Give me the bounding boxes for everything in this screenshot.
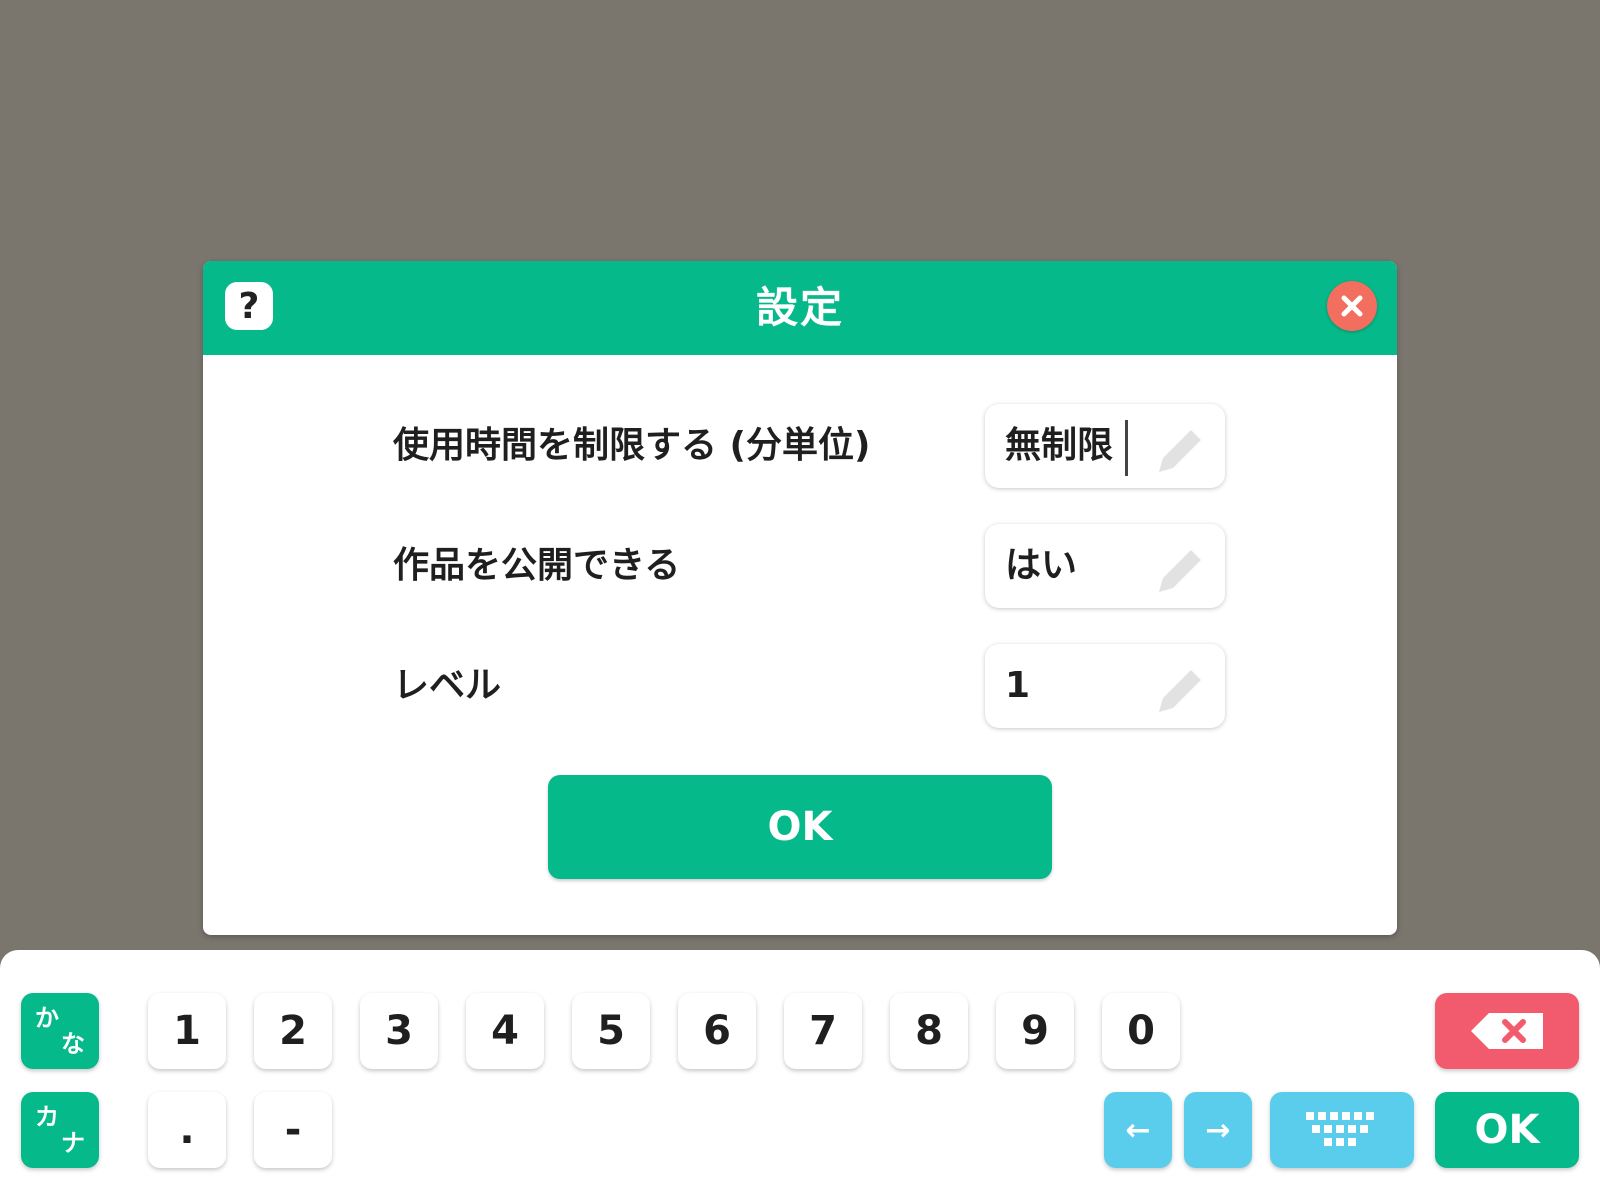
question-icon: ? bbox=[238, 285, 260, 327]
key-5[interactable]: 5 bbox=[572, 993, 650, 1069]
hiragana-key-label-2: な bbox=[61, 1030, 85, 1058]
time-limit-field[interactable]: 無制限 bbox=[985, 404, 1225, 488]
key-6[interactable]: 6 bbox=[678, 993, 756, 1069]
time-limit-label: 使用時間を制限する (分単位) bbox=[393, 425, 871, 466]
publish-works-field[interactable]: はい bbox=[985, 524, 1225, 608]
level-field[interactable]: 1 bbox=[985, 644, 1225, 728]
hiragana-mode-key[interactable]: か な bbox=[21, 993, 99, 1069]
key-2[interactable]: 2 bbox=[254, 993, 332, 1069]
backspace-key[interactable] bbox=[1435, 993, 1579, 1069]
key-1[interactable]: 1 bbox=[148, 993, 226, 1069]
level-label: レベル bbox=[393, 665, 502, 706]
dialog-header: 設定 ? bbox=[203, 261, 1397, 355]
hiragana-key-label-1: か bbox=[35, 1004, 59, 1032]
settings-dialog: 設定 ? 使用時間を制限する (分単位) 無制限 作品を公開できる はい レベル… bbox=[203, 261, 1397, 935]
key-4[interactable]: 4 bbox=[466, 993, 544, 1069]
pencil-icon bbox=[1159, 550, 1201, 592]
close-button[interactable] bbox=[1327, 281, 1377, 331]
level-value: 1 bbox=[1005, 665, 1031, 706]
key-0[interactable]: 0 bbox=[1102, 993, 1180, 1069]
onscreen-keyboard: か な カ ナ 1 2 3 4 5 6 7 8 9 0 . - ← → OK bbox=[0, 950, 1600, 1200]
key-hyphen[interactable]: - bbox=[254, 1092, 332, 1168]
keyboard-icon bbox=[1306, 1112, 1374, 1146]
key-9[interactable]: 9 bbox=[996, 993, 1074, 1069]
time-limit-value: 無制限 bbox=[1005, 425, 1114, 466]
pencil-icon bbox=[1159, 430, 1201, 472]
key-8[interactable]: 8 bbox=[890, 993, 968, 1069]
katakana-key-label-1: カ bbox=[35, 1103, 59, 1131]
key-period[interactable]: . bbox=[148, 1092, 226, 1168]
help-button[interactable]: ? bbox=[225, 282, 273, 330]
key-3[interactable]: 3 bbox=[360, 993, 438, 1069]
publish-works-value: はい bbox=[1005, 545, 1078, 586]
close-icon bbox=[1341, 295, 1363, 317]
app-screen: 設定 ? 使用時間を制限する (分単位) 無制限 作品を公開できる はい レベル… bbox=[0, 0, 1600, 1200]
key-7[interactable]: 7 bbox=[784, 993, 862, 1069]
backspace-icon bbox=[1471, 1013, 1543, 1049]
katakana-mode-key[interactable]: カ ナ bbox=[21, 1092, 99, 1168]
left-arrow-icon: ← bbox=[1125, 1112, 1151, 1148]
text-caret bbox=[1125, 420, 1128, 476]
cursor-right-key[interactable]: → bbox=[1184, 1092, 1252, 1168]
dialog-ok-button[interactable]: OK bbox=[548, 775, 1052, 879]
publish-works-label: 作品を公開できる bbox=[393, 545, 681, 586]
dialog-title: 設定 bbox=[755, 283, 844, 332]
pencil-icon bbox=[1159, 670, 1201, 712]
keyboard-switch-key[interactable] bbox=[1270, 1092, 1414, 1168]
cursor-left-key[interactable]: ← bbox=[1104, 1092, 1172, 1168]
katakana-key-label-2: ナ bbox=[61, 1129, 85, 1157]
right-arrow-icon: → bbox=[1205, 1112, 1231, 1148]
keyboard-ok-key[interactable]: OK bbox=[1435, 1092, 1579, 1168]
